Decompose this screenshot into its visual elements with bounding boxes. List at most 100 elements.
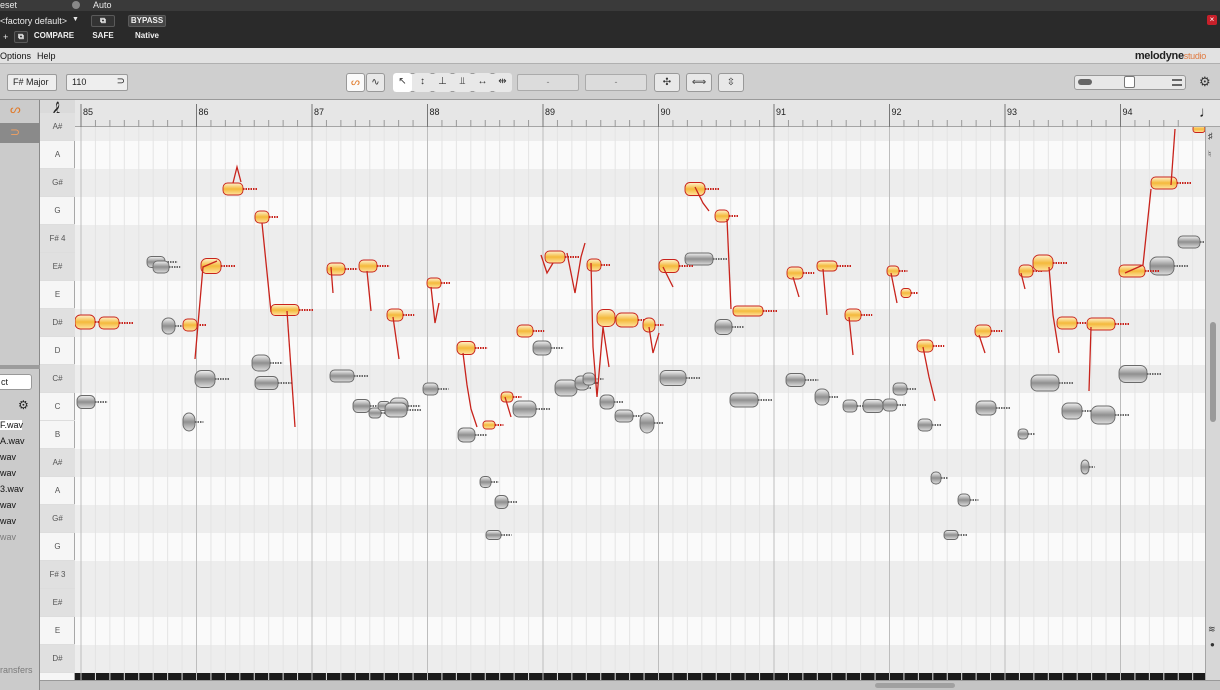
grey-note-blob <box>714 319 733 335</box>
panel-gear-icon[interactable]: ⚙ <box>18 398 29 412</box>
orange-note-blob <box>1192 127 1205 133</box>
zoom-slider-handle[interactable] <box>1124 76 1135 88</box>
piano-key[interactable]: C <box>40 393 75 421</box>
vertical-scrollbar[interactable]: ♯ ♮ ≋ ● <box>1205 127 1220 680</box>
scroll-thumb[interactable] <box>1210 322 1216 422</box>
transfers-label: ransfers <box>0 665 33 675</box>
horizontal-scroll-thumb[interactable] <box>875 683 955 688</box>
bypass-button[interactable]: BYPASS <box>128 15 166 27</box>
formant-tool-icon[interactable]: ⊥ <box>433 73 452 92</box>
safe-button[interactable]: SAFE <box>88 31 118 43</box>
flat-icon[interactable]: ♮ <box>1208 149 1211 160</box>
note-editor-grid[interactable] <box>75 127 1205 680</box>
piano-key[interactable]: G# <box>40 505 75 533</box>
sharp-icon[interactable]: ♯ <box>1208 131 1213 141</box>
piano-key[interactable]: D# <box>40 309 75 337</box>
time-tool-icon[interactable]: ↔ <box>473 73 492 92</box>
paste-settings-icon[interactable]: ⧉ <box>14 31 28 43</box>
piano-key[interactable]: A <box>40 141 75 169</box>
menu-bar: Options Help melodynestudio <box>0 48 1220 64</box>
preset-menu-icon[interactable] <box>72 1 80 9</box>
track-row-selected[interactable]: ⊃ <box>0 123 40 143</box>
add-preset-button[interactable]: + <box>3 32 8 42</box>
bar-number: 91 <box>776 107 787 117</box>
piano-key[interactable]: E# <box>40 253 75 281</box>
note-value-icon[interactable]: ♩ <box>1199 104 1214 121</box>
orange-note-blob <box>786 266 804 280</box>
grey-note-blob <box>352 399 371 413</box>
file-list-item[interactable]: wav <box>0 452 16 462</box>
pitch-tool-icon[interactable]: ↕ <box>413 73 432 92</box>
file-list-item[interactable]: 3.wav <box>0 484 24 494</box>
tempo-field[interactable]: 110 ⊃ <box>66 74 128 91</box>
preset-selector[interactable]: <factory default> <box>0 16 67 26</box>
track-row-1[interactable]: ᔕ <box>0 100 40 123</box>
piano-key[interactable]: G# <box>40 169 75 197</box>
blob-view-icon[interactable]: ᔕ <box>346 73 365 92</box>
pitch-curve <box>1088 326 1092 392</box>
orange-note-blob <box>270 304 300 316</box>
piano-key[interactable]: D <box>40 337 75 365</box>
orange-note-blob <box>900 288 912 298</box>
random-deviation-icon[interactable]: ⇳ <box>718 73 744 92</box>
grey-note-blob <box>1080 459 1090 475</box>
bar-ruler[interactable]: 85 86 87 88 89 90 91 92 93 94 <box>75 100 1189 127</box>
menu-options[interactable]: Options <box>0 51 31 61</box>
pitch-curve <box>430 286 440 324</box>
scale-zoom-icon[interactable]: ≋ <box>1208 624 1216 635</box>
orange-note-blob <box>658 259 680 273</box>
search-input[interactable]: ct <box>0 374 32 390</box>
file-list-item[interactable]: A.wav <box>0 436 25 446</box>
copy-settings-button[interactable]: ⧉ <box>91 15 115 27</box>
piano-key[interactable]: A# <box>40 449 75 477</box>
piano-key[interactable]: C# <box>40 365 75 393</box>
grey-note-blob <box>494 495 509 509</box>
file-list-item[interactable]: F.wav <box>0 420 23 430</box>
separation-tool-icon[interactable]: ⇹ <box>493 73 512 92</box>
file-list-item[interactable]: wav <box>0 532 16 542</box>
quantize-time-icon[interactable]: ⟺ <box>686 73 712 92</box>
compare-button[interactable]: COMPARE <box>32 31 76 43</box>
amplitude-tool-icon[interactable]: ⫫ <box>453 73 472 92</box>
piano-key[interactable]: A# <box>40 113 75 141</box>
pitch-curve <box>286 310 296 428</box>
correct-pitch-icon[interactable]: ✣ <box>654 73 680 92</box>
scale-selector[interactable]: F# Major <box>7 74 57 91</box>
orange-note-blob <box>326 262 346 276</box>
piano-key[interactable]: G <box>40 533 75 561</box>
pointer-tool-icon[interactable]: ↖ <box>393 73 412 92</box>
info-field-a[interactable]: - <box>517 74 579 91</box>
grey-note-blob <box>1090 405 1116 425</box>
piano-key[interactable]: E# <box>40 589 75 617</box>
gear-icon[interactable]: ⚙ <box>1199 74 1211 90</box>
host-top-strip <box>0 0 1220 11</box>
info-field-b[interactable]: - <box>585 74 647 91</box>
pitch-curve-icon[interactable]: ∿ <box>366 73 385 92</box>
close-icon[interactable]: × <box>1207 15 1217 25</box>
piano-key[interactable]: D# <box>40 645 75 673</box>
orange-note-blob <box>1150 176 1178 190</box>
orange-note-blob <box>222 182 244 196</box>
chevron-down-icon[interactable]: ▼ <box>72 16 79 23</box>
file-list-item[interactable]: wav <box>0 500 16 510</box>
piano-key[interactable]: E <box>40 617 75 645</box>
track-list-icon[interactable] <box>1172 79 1182 86</box>
zoom-out-icon[interactable] <box>1078 79 1092 85</box>
piano-key[interactable]: F# 3 <box>40 561 75 589</box>
panel-divider[interactable] <box>0 365 40 369</box>
bar-number: 85 <box>83 107 94 117</box>
grey-note-blob <box>957 493 971 507</box>
piano-key[interactable]: F# 4 <box>40 225 75 253</box>
zoom-dot-icon[interactable]: ● <box>1210 640 1215 649</box>
piano-key[interactable]: E <box>40 281 75 309</box>
native-button[interactable]: Native <box>128 31 166 43</box>
file-list-item[interactable]: wav <box>0 468 16 478</box>
orange-note-blob <box>1032 254 1054 272</box>
piano-key[interactable]: A <box>40 477 75 505</box>
menu-help[interactable]: Help <box>37 51 56 61</box>
piano-key[interactable]: B <box>40 421 75 449</box>
horizontal-scrollbar[interactable] <box>40 680 1220 690</box>
tempo-link-icon[interactable]: ⊃ <box>117 74 125 89</box>
file-list-item[interactable]: wav <box>0 516 16 526</box>
piano-key[interactable]: G <box>40 197 75 225</box>
